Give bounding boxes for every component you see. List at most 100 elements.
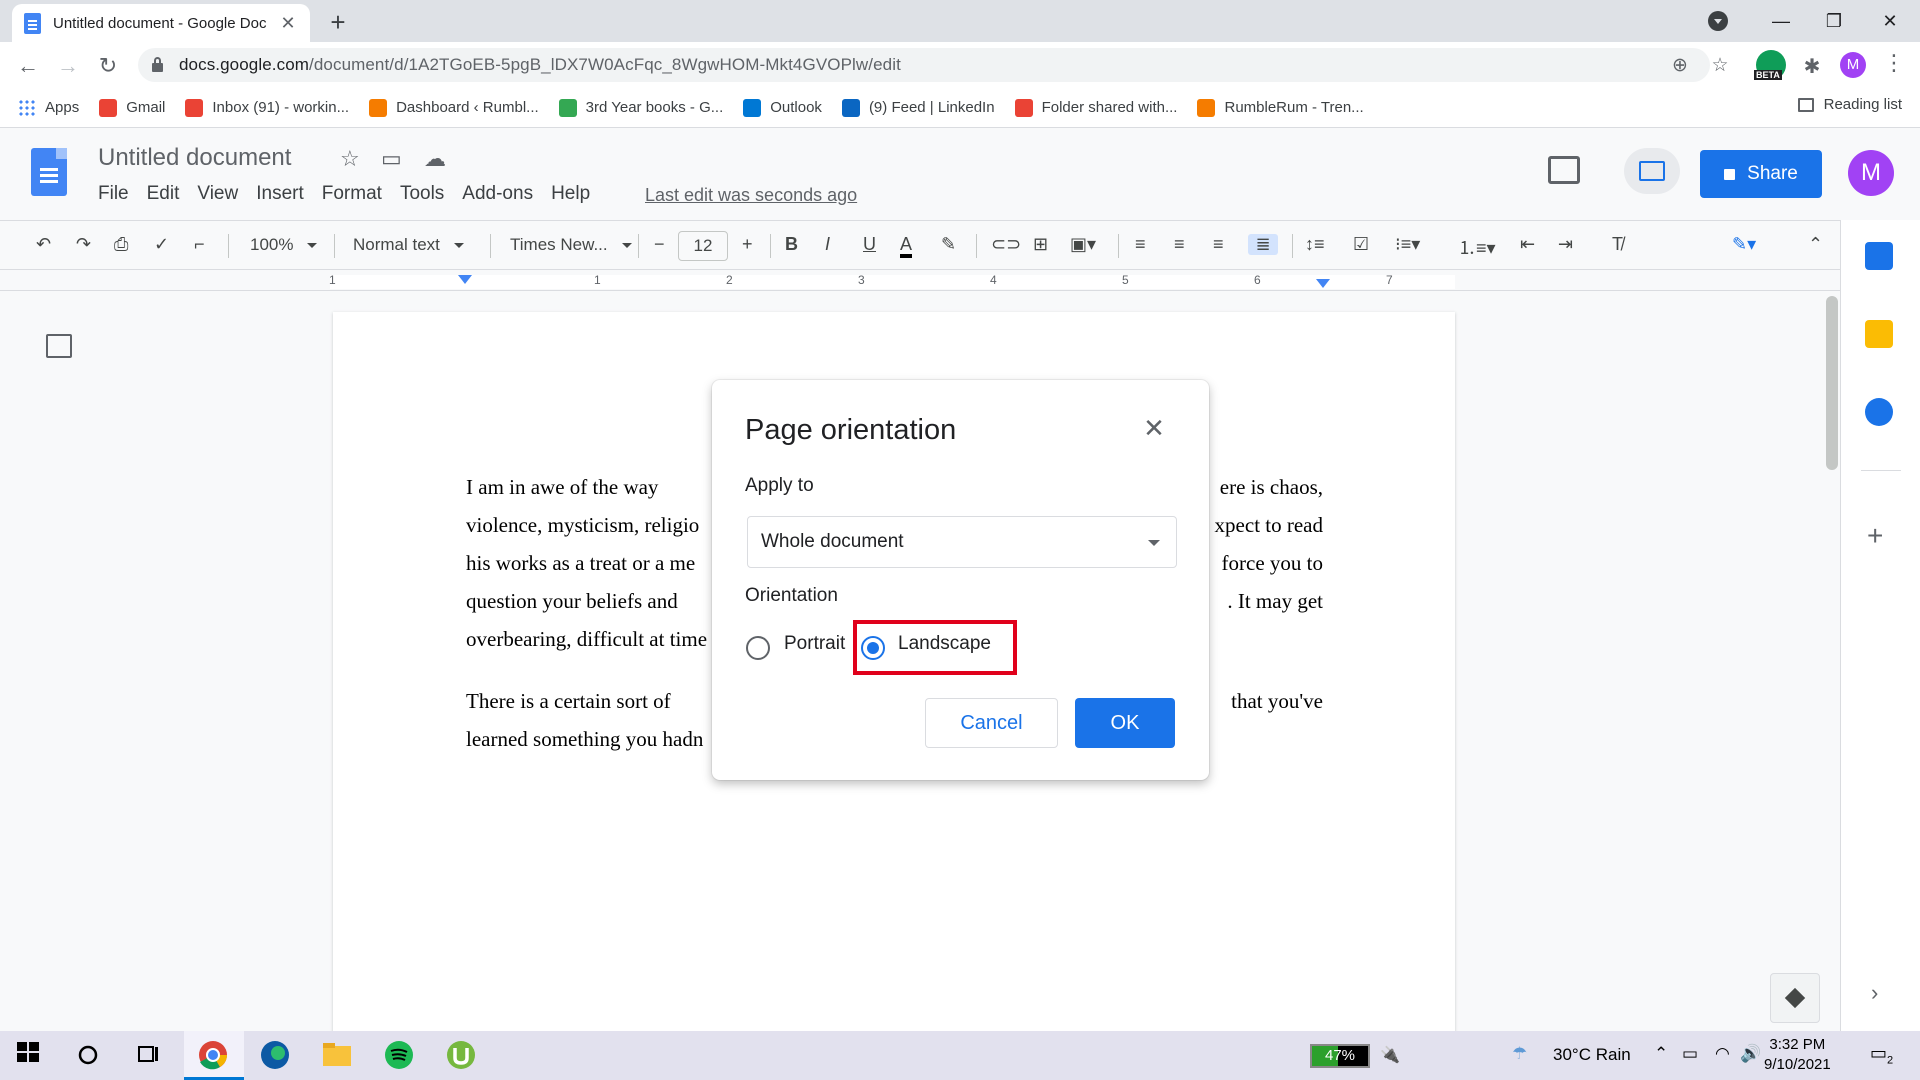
- checklist-icon[interactable]: ☑: [1353, 234, 1369, 255]
- spotify-taskbar-icon[interactable]: [382, 1038, 418, 1074]
- back-button[interactable]: ←: [12, 50, 44, 82]
- calendar-icon[interactable]: [1865, 242, 1893, 270]
- show-side-panel-icon[interactable]: ›: [1871, 980, 1878, 1006]
- close-window-button[interactable]: ✕: [1862, 0, 1918, 42]
- profile-avatar[interactable]: M: [1840, 52, 1866, 78]
- extensions-puzzle-icon[interactable]: ✱: [1800, 54, 1824, 79]
- menu-insert[interactable]: Insert: [256, 183, 304, 205]
- address-bar[interactable]: docs.google.com/document/d/1A2TGoEB-5pgB…: [138, 48, 1729, 82]
- tab-close-icon[interactable]: ✕: [278, 13, 298, 34]
- portrait-label[interactable]: Portrait: [784, 633, 845, 655]
- align-left-icon[interactable]: ≡: [1135, 234, 1146, 255]
- numbered-list-icon[interactable]: ⒈≡▾: [1458, 234, 1496, 260]
- minimize-button[interactable]: —: [1753, 0, 1809, 42]
- right-indent-marker[interactable]: [1316, 279, 1330, 288]
- edge-taskbar-icon[interactable]: [258, 1038, 294, 1074]
- highlight-color-icon[interactable]: ✎: [941, 234, 956, 255]
- cancel-button[interactable]: Cancel: [925, 698, 1058, 748]
- bulleted-list-icon[interactable]: ⁝≡▾: [1395, 234, 1420, 255]
- insert-image-icon[interactable]: ▣▾: [1070, 234, 1096, 255]
- zoom-icon[interactable]: ⊕: [1668, 54, 1692, 77]
- weather-text[interactable]: 30°C Rain: [1553, 1045, 1631, 1065]
- show-hidden-icons-icon[interactable]: ⌃: [1654, 1044, 1668, 1064]
- battery-tray-icon[interactable]: ▭: [1682, 1044, 1698, 1064]
- tasks-icon[interactable]: [1865, 398, 1893, 426]
- bookmark-item[interactable]: Apps: [18, 98, 79, 117]
- text-color-icon[interactable]: A: [900, 234, 913, 258]
- left-indent-marker[interactable]: [458, 275, 472, 284]
- undo-icon[interactable]: ↶: [36, 234, 51, 255]
- menu-tools[interactable]: Tools: [400, 183, 444, 205]
- search-icon[interactable]: [74, 1038, 110, 1074]
- bookmark-item[interactable]: Dashboard ‹ Rumbl...: [369, 98, 539, 117]
- share-button[interactable]: Share: [1700, 150, 1822, 198]
- document-title[interactable]: Untitled document: [98, 144, 291, 172]
- vertical-ruler[interactable]: [0, 291, 18, 1031]
- spellcheck-icon[interactable]: ✓: [154, 234, 169, 255]
- forward-button[interactable]: →: [52, 50, 84, 82]
- bookmark-item[interactable]: Outlook: [743, 98, 822, 117]
- keep-icon[interactable]: [1865, 320, 1893, 348]
- present-button[interactable]: [1624, 148, 1680, 194]
- weather-rain-icon[interactable]: ☂: [1512, 1044, 1527, 1064]
- align-center-icon[interactable]: ≡: [1174, 234, 1185, 255]
- wifi-icon[interactable]: ◠: [1715, 1044, 1730, 1064]
- tab-search-icon[interactable]: [1708, 11, 1728, 31]
- battery-indicator[interactable]: 47%: [1310, 1044, 1370, 1068]
- chrome-taskbar-icon[interactable]: [196, 1038, 232, 1074]
- underline-icon[interactable]: U: [863, 234, 876, 255]
- font-select[interactable]: Times New...: [510, 235, 632, 255]
- utorrent-taskbar-icon[interactable]: [444, 1038, 480, 1074]
- menu-addons[interactable]: Add-ons: [462, 183, 533, 205]
- bookmark-item[interactable]: RumbleRum - Tren...: [1197, 98, 1364, 117]
- notification-center-icon[interactable]: ▭2: [1870, 1043, 1893, 1067]
- insert-link-icon[interactable]: ⊂⊃: [991, 234, 1021, 255]
- redo-icon[interactable]: ↷: [76, 234, 91, 255]
- italic-icon[interactable]: I: [825, 234, 830, 255]
- task-view-icon[interactable]: [134, 1038, 170, 1074]
- reading-list-button[interactable]: Reading list: [1797, 96, 1902, 113]
- paint-format-icon[interactable]: ⌐: [194, 234, 205, 255]
- add-comment-icon[interactable]: ⊞: [1033, 234, 1048, 255]
- explore-button[interactable]: [1770, 973, 1820, 1023]
- google-docs-logo-icon[interactable]: [31, 148, 67, 196]
- paragraph-style-select[interactable]: Normal text: [353, 235, 464, 255]
- menu-file[interactable]: File: [98, 183, 129, 205]
- print-icon[interactable]: ⎙: [114, 234, 128, 255]
- menu-edit[interactable]: Edit: [147, 183, 180, 205]
- windows-start-icon[interactable]: [14, 1038, 50, 1074]
- bookmark-item[interactable]: Gmail: [99, 98, 165, 117]
- menu-format[interactable]: Format: [322, 183, 382, 205]
- increase-indent-icon[interactable]: ⇥: [1558, 234, 1573, 255]
- apply-to-select[interactable]: Whole document: [747, 516, 1177, 568]
- font-size-input[interactable]: 12: [678, 231, 728, 261]
- bold-icon[interactable]: B: [785, 234, 798, 255]
- last-edit-link[interactable]: Last edit was seconds ago: [645, 185, 857, 206]
- document-outline-icon[interactable]: [46, 334, 72, 358]
- get-addons-icon[interactable]: +: [1867, 520, 1883, 552]
- system-clock[interactable]: 3:32 PM 9/10/2021: [1764, 1035, 1831, 1075]
- line-spacing-icon[interactable]: ↕≡: [1305, 234, 1325, 255]
- grammarly-extension-icon[interactable]: BETA: [1754, 50, 1786, 80]
- horizontal-ruler[interactable]: 1 1 2 3 4 5 6 7: [0, 271, 1840, 291]
- bookmark-item[interactable]: 3rd Year books - G...: [558, 98, 723, 117]
- hide-menus-icon[interactable]: ⌃: [1808, 234, 1823, 255]
- clear-formatting-icon[interactable]: T̸: [1612, 234, 1623, 255]
- bookmark-item[interactable]: Folder shared with...: [1014, 98, 1177, 117]
- menu-help[interactable]: Help: [551, 183, 590, 205]
- zoom-select[interactable]: 100%: [250, 235, 318, 255]
- bookmark-star-icon[interactable]: ☆: [1708, 54, 1732, 77]
- reload-button[interactable]: ↻: [92, 50, 124, 82]
- volume-icon[interactable]: 🔊: [1740, 1044, 1761, 1064]
- vertical-scrollbar[interactable]: [1826, 296, 1838, 470]
- editing-mode-icon[interactable]: ✎▾: [1732, 234, 1756, 255]
- star-icon[interactable]: ☆: [340, 146, 360, 172]
- restore-button[interactable]: ❐: [1806, 0, 1862, 42]
- decrease-font-size-icon[interactable]: −: [654, 234, 665, 255]
- lock-icon[interactable]: [152, 57, 163, 72]
- chrome-menu-icon[interactable]: ⋮: [1882, 50, 1906, 76]
- account-avatar[interactable]: M: [1848, 150, 1894, 196]
- justify-icon[interactable]: ≣: [1248, 234, 1278, 255]
- comment-history-icon[interactable]: [1548, 156, 1580, 184]
- increase-font-size-icon[interactable]: +: [742, 234, 753, 255]
